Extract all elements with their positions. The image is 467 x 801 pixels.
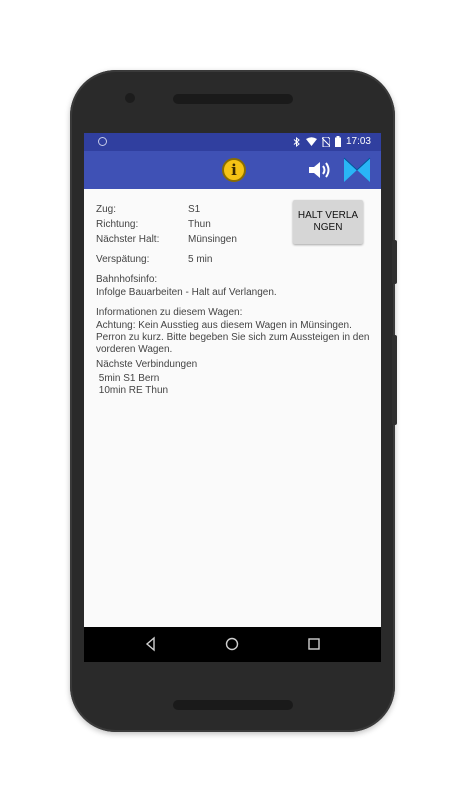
info-icon: i [231, 161, 237, 179]
status-time: 17:03 [345, 136, 371, 147]
verbindungen-title: Nächste Verbindungen [96, 359, 198, 370]
bowtie-icon[interactable] [343, 157, 371, 183]
verspaetung-label: Verspätung: [96, 254, 150, 265]
bahnhofsinfo-title: Bahnhofsinfo: [96, 274, 158, 285]
volume-rocker [392, 240, 397, 284]
richtung-label: Richtung: [96, 219, 139, 230]
wagen-info-title: Informationen zu diesem Wagen: [96, 307, 243, 318]
recents-icon[interactable] [306, 636, 322, 652]
bottom-speaker [173, 700, 293, 710]
richtung-value: Thun [188, 219, 211, 230]
notification-icon [98, 137, 107, 146]
navigation-bar [84, 627, 381, 662]
zug-value: S1 [188, 204, 201, 215]
front-camera [125, 93, 135, 103]
naechster-halt-value: Münsingen [188, 234, 237, 245]
no-sim-icon [321, 136, 330, 147]
app-bar: i [84, 151, 381, 189]
info-button[interactable]: i [222, 158, 246, 182]
top-speaker [173, 94, 293, 104]
battery-icon [334, 136, 341, 147]
bahnhofsinfo-text: Infolge Bauarbeiten - Halt auf Verlangen… [96, 287, 277, 298]
bluetooth-icon [293, 136, 300, 147]
verbindung-item: 10min RE Thun [96, 385, 169, 396]
naechster-halt-label: Nächster Halt: [96, 234, 160, 245]
volume-icon[interactable] [307, 158, 333, 182]
status-bar: 17:03 [84, 133, 381, 151]
zug-label: Zug: [96, 204, 117, 215]
verbindung-item: 5min S1 Bern [96, 373, 160, 384]
wifi-icon [305, 137, 317, 146]
power-button [392, 335, 397, 425]
home-icon[interactable] [224, 636, 240, 652]
wagen-info-text: Achtung: Kein Ausstieg aus diesem Wagen … [96, 320, 370, 355]
halt-verlangen-button[interactable]: HALT VERLANGEN [293, 200, 363, 244]
back-icon[interactable] [143, 636, 159, 652]
verspaetung-value: 5 min [188, 254, 213, 265]
